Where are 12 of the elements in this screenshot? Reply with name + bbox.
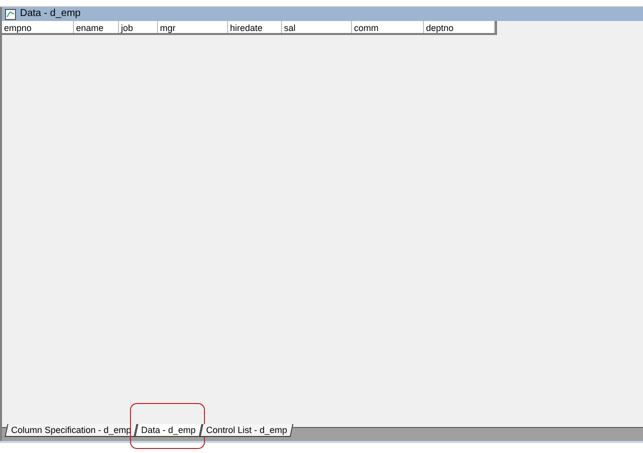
column-header[interactable]: deptno — [424, 21, 495, 33]
panel-title: Data - d_emp — [20, 9, 81, 19]
tab[interactable]: Data - d_emp — [134, 424, 202, 437]
column-header[interactable]: job — [119, 21, 158, 33]
column-header[interactable]: hiredate — [228, 21, 282, 33]
tab[interactable]: Column Specification - d_emp — [4, 424, 138, 437]
column-header[interactable]: mgr — [158, 21, 228, 33]
column-header[interactable]: ename — [74, 21, 119, 33]
tab[interactable]: Control List - d_emp — [199, 424, 294, 437]
column-header[interactable]: sal — [282, 21, 352, 33]
column-header[interactable]: empno — [2, 21, 74, 33]
column-header[interactable]: comm — [352, 21, 424, 33]
